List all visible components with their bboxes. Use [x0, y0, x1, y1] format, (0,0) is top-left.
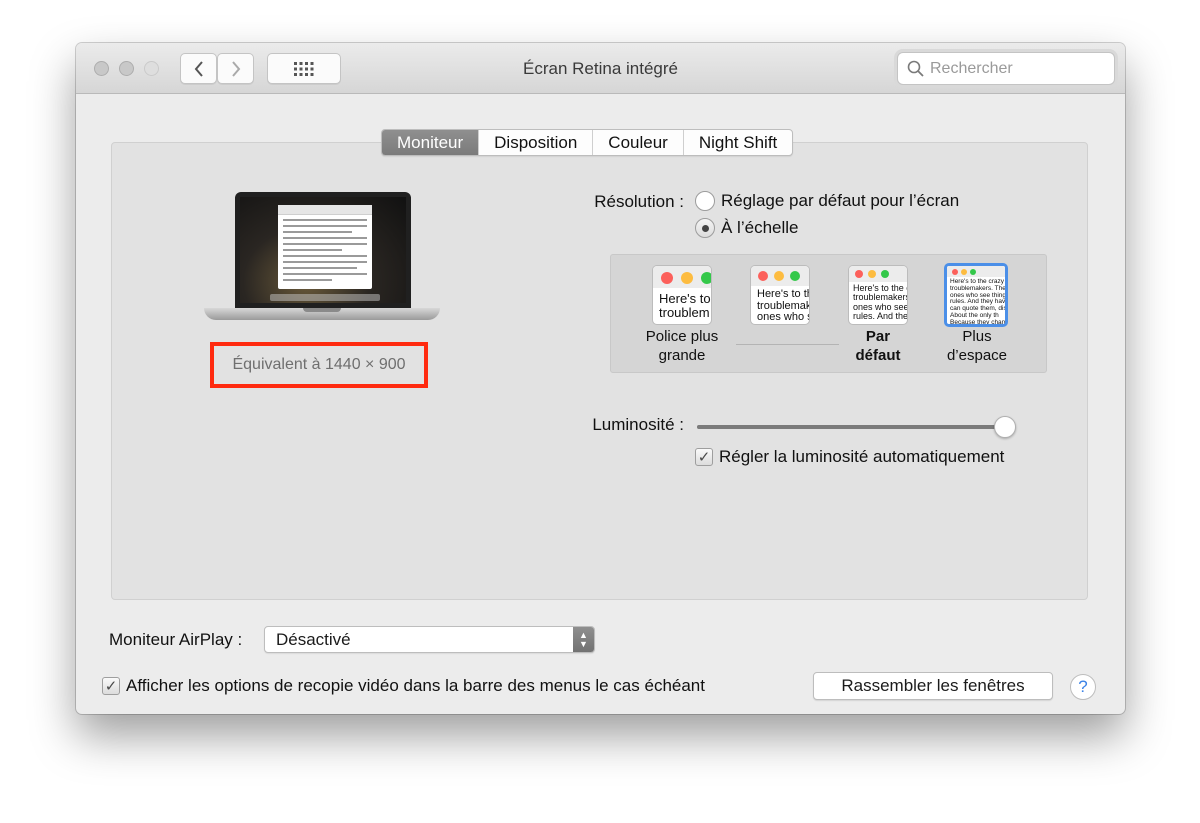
tab-bar: Moniteur Disposition Couleur Night Shift [381, 129, 794, 156]
mirroring-option[interactable]: ✓ Afficher les options de recopie vidéo … [102, 676, 705, 696]
radio-default[interactable] [695, 191, 715, 211]
scale-sample-text: Here's to th troublemak ones who s [757, 288, 809, 324]
scale-label-larger-text: Police plus grande [645, 328, 719, 364]
help-button[interactable]: ? [1070, 674, 1096, 700]
scale-track-line [736, 344, 839, 345]
scale-sample-text: Here's to the cr troublemakers. ones who… [853, 283, 907, 322]
preview-document [278, 205, 372, 289]
scale-option-default[interactable]: Here's to the cr troublemakers. ones who… [848, 265, 908, 325]
scale-sample-text: Here's to the crazy one troublemakers. T… [950, 278, 1005, 326]
display-preview-image [204, 192, 440, 337]
airplay-select-value: Désactivé [276, 630, 351, 649]
brightness-label: Luminosité : [592, 415, 684, 434]
tab-disposition[interactable]: Disposition [479, 130, 594, 155]
equivalent-resolution-label: Équivalent à 1440 × 900 [210, 342, 428, 388]
search-icon [907, 60, 924, 77]
laptop-lid [235, 192, 411, 308]
resolution-label: Résolution : [594, 192, 684, 211]
scale-label-default: Par défaut [855, 328, 901, 364]
scale-options-box: Here's to troublem Police plus grande He… [610, 254, 1047, 373]
brightness-slider-fill [697, 425, 1005, 429]
gather-windows-button[interactable]: Rassembler les fenêtres [813, 672, 1053, 700]
resolution-scaled-label: À l’échelle [721, 218, 799, 237]
airplay-label: Moniteur AirPlay : [109, 630, 243, 649]
tab-night-shift[interactable]: Night Shift [684, 130, 792, 155]
auto-brightness-label: Régler la luminosité automatiquement [719, 447, 1005, 466]
resolution-scaled-option[interactable]: À l’échelle [695, 218, 799, 238]
preferences-window: Écran Retina intégré Moniteur Dispositio… [76, 43, 1125, 714]
preview-dock [270, 294, 380, 301]
resolution-default-label: Réglage par défaut pour l’écran [721, 191, 960, 210]
scale-option-more-space[interactable]: Here's to the crazy one troublemakers. T… [944, 263, 1008, 327]
select-stepper-icon: ▲ ▼ [573, 627, 594, 652]
brightness-slider-knob[interactable] [993, 416, 1016, 438]
auto-brightness-checkbox[interactable]: ✓ [695, 448, 713, 466]
scale-sample-text: Here's to troublem [659, 291, 711, 320]
brightness-slider[interactable] [697, 416, 1016, 438]
mirroring-checkbox[interactable]: ✓ [102, 677, 120, 695]
resolution-default-option[interactable]: Réglage par défaut pour l’écran [695, 191, 959, 211]
tab-moniteur[interactable]: Moniteur [382, 130, 480, 155]
scale-option-2[interactable]: Here's to th troublemak ones who s [750, 265, 810, 325]
title-bar: Écran Retina intégré [76, 43, 1125, 94]
scale-option-larger-text[interactable]: Here's to troublem [652, 265, 712, 325]
search-field[interactable] [897, 52, 1115, 85]
mirroring-label: Afficher les options de recopie vidéo da… [126, 676, 705, 695]
airplay-select[interactable]: Désactivé ▲ ▼ [264, 626, 595, 653]
auto-brightness-option[interactable]: ✓ Régler la luminosité automatiquement [695, 447, 1004, 467]
tab-couleur[interactable]: Couleur [593, 130, 684, 155]
radio-scaled[interactable] [695, 218, 715, 238]
laptop-screen [240, 197, 406, 303]
scale-label-more-space: Plus d’espace [946, 328, 1008, 364]
search-input[interactable] [930, 59, 1100, 78]
